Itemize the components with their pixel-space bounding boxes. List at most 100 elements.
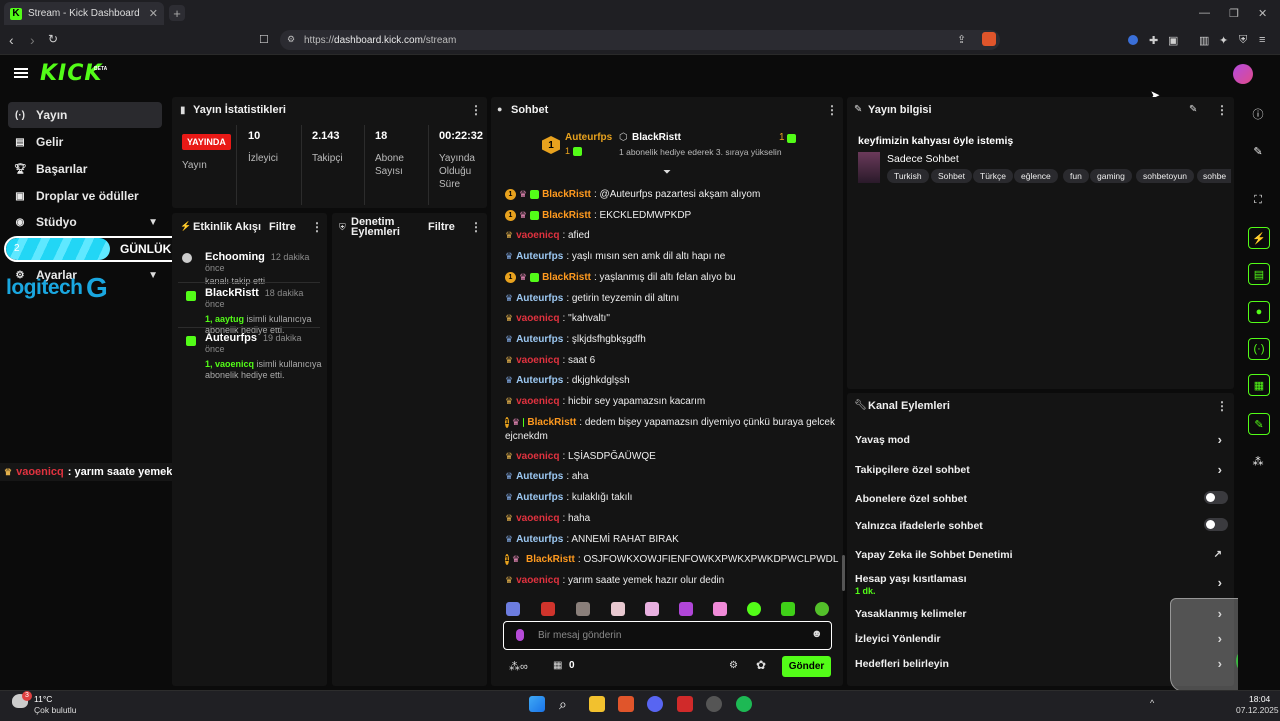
- menu-icon[interactable]: ≡: [1259, 34, 1265, 46]
- back-icon[interactable]: ‹: [9, 32, 14, 48]
- extension-icon[interactable]: [1128, 35, 1138, 45]
- weather-temp[interactable]: 11°C: [34, 694, 52, 704]
- hamburger-menu-icon[interactable]: [14, 68, 28, 78]
- chat-scrollbar[interactable]: [842, 555, 845, 591]
- bookmark-icon[interactable]: ☐: [259, 33, 269, 46]
- chat-username[interactable]: BlackRistt: [542, 189, 591, 200]
- account-age-row[interactable]: Hesap yaşı kısıtlaması › 1 dk.: [855, 573, 1230, 596]
- emote-icon[interactable]: [781, 602, 795, 616]
- info-more-icon[interactable]: ⋮: [1216, 103, 1228, 117]
- reload-icon[interactable]: ↻: [48, 32, 58, 46]
- new-tab-button[interactable]: +: [169, 5, 185, 21]
- sidebar-item-studyo[interactable]: ◉ Stüdyo ▼: [8, 209, 162, 235]
- emotes-only-toggle[interactable]: [1204, 518, 1228, 531]
- chat-message-input[interactable]: Bir mesaj gönderin ☻: [503, 621, 832, 650]
- channel-actions-more-icon[interactable]: ⋮: [1216, 399, 1228, 413]
- bolt-icon[interactable]: ⚡: [1248, 227, 1270, 249]
- sidebar-item-yayin[interactable]: (·) Yayın: [8, 102, 162, 128]
- user-avatar[interactable]: [1233, 64, 1253, 84]
- emote-icon[interactable]: [576, 602, 590, 616]
- chat-more-icon[interactable]: ⋮: [826, 103, 838, 117]
- chat-username[interactable]: BlackRistt: [526, 554, 575, 565]
- wrench-icon[interactable]: ✎: [1248, 413, 1270, 435]
- emote-icon[interactable]: [747, 602, 761, 616]
- close-tab-icon[interactable]: ✕: [149, 7, 158, 20]
- clock-date[interactable]: 07.12.2025: [1236, 705, 1279, 715]
- chat-settings-icon[interactable]: ⚙: [729, 660, 738, 671]
- info-icon[interactable]: ⓘ: [1250, 106, 1266, 122]
- weather-desc[interactable]: Çok bulutlu: [34, 705, 77, 715]
- broadcast-icon[interactable]: (·): [1248, 338, 1270, 360]
- emote-icon[interactable]: [645, 602, 659, 616]
- search-icon[interactable]: ⌕: [559, 696, 575, 712]
- windows-start-icon[interactable]: [529, 696, 545, 712]
- emote-icon[interactable]: [713, 602, 727, 616]
- brave-browser-icon[interactable]: [618, 696, 634, 712]
- chat-username[interactable]: BlackRistt: [542, 272, 591, 283]
- file-explorer-icon[interactable]: [589, 696, 605, 712]
- discord-icon[interactable]: [647, 696, 663, 712]
- kick-logo[interactable]: KICK: [40, 61, 102, 86]
- microphone-icon[interactable]: [516, 629, 524, 641]
- maximize-icon[interactable]: ❐: [1229, 7, 1239, 20]
- emote-icon[interactable]: [611, 602, 625, 616]
- share-icon[interactable]: ⇪: [957, 33, 966, 46]
- emote-icon[interactable]: [541, 602, 555, 616]
- moderation-more-icon[interactable]: ⋮: [470, 220, 482, 234]
- chat-username[interactable]: Auteurfps: [516, 293, 563, 304]
- edit-icon[interactable]: ✎: [1250, 143, 1266, 159]
- chat-username[interactable]: vaoenicq: [516, 355, 559, 366]
- chat-username[interactable]: Auteurfps: [516, 334, 563, 345]
- clock-time[interactable]: 18:04: [1249, 694, 1270, 704]
- chat-username[interactable]: Auteurfps: [516, 534, 563, 545]
- screenshot-icon[interactable]: ▣: [1168, 34, 1178, 47]
- activity-filter-button[interactable]: Filtre: [269, 221, 296, 233]
- chat-username[interactable]: vaoenicq: [516, 513, 559, 524]
- emoji-icon[interactable]: ☻: [811, 628, 823, 640]
- address-bar[interactable]: https://dashboard.kick.com/stream: [280, 30, 1000, 50]
- brave-shields-icon[interactable]: [982, 32, 996, 46]
- subscribers-only-toggle[interactable]: [1204, 491, 1228, 504]
- obs-icon[interactable]: [706, 696, 722, 712]
- minimize-icon[interactable]: —: [1199, 7, 1210, 19]
- chat-username[interactable]: Auteurfps: [516, 251, 563, 262]
- fullscreen-icon[interactable]: ⛶: [1250, 192, 1266, 208]
- chat-username[interactable]: vaoenicq: [516, 396, 559, 407]
- site-info-icon[interactable]: ⚙: [287, 34, 295, 45]
- chat-username[interactable]: Auteurfps: [516, 492, 563, 503]
- more-tools-icon[interactable]: ⁂: [1250, 453, 1266, 469]
- chat-username[interactable]: Auteurfps: [516, 471, 563, 482]
- expand-chevron-icon[interactable]: ⏷: [663, 167, 671, 178]
- chat-username[interactable]: vaoenicq: [516, 575, 559, 586]
- activity-more-icon[interactable]: ⋮: [311, 220, 323, 234]
- forward-icon[interactable]: ›: [30, 32, 35, 48]
- close-window-icon[interactable]: ✕: [1258, 7, 1267, 20]
- tray-chevron-icon[interactable]: ^: [1150, 698, 1154, 708]
- chat-username[interactable]: vaoenicq: [516, 230, 559, 241]
- bot-icon[interactable]: ✿: [756, 658, 766, 672]
- leo-ai-icon[interactable]: ✦: [1219, 34, 1228, 47]
- sidebar-item-basarilar[interactable]: 🏆︎ Başarılar: [8, 156, 162, 182]
- emote-icon[interactable]: [506, 602, 520, 616]
- infinity-points-icon[interactable]: ⁂∞: [509, 660, 528, 673]
- emote-icon[interactable]: [679, 602, 693, 616]
- stats-icon[interactable]: ▤: [1248, 263, 1270, 285]
- chat-icon[interactable]: ●: [1248, 301, 1270, 323]
- chat-username[interactable]: vaoenicq: [516, 313, 559, 324]
- spotify-icon[interactable]: [736, 696, 752, 712]
- sidebar-item-droplar[interactable]: ▣ Droplar ve ödüller: [8, 183, 162, 209]
- followers-only-row[interactable]: Takipçilere özel sohbet ›: [855, 462, 1230, 477]
- ai-moderation-row[interactable]: Yapay Zeka ile Sohbet Denetimi ↗: [855, 549, 1230, 561]
- chat-username[interactable]: vaoenicq: [516, 451, 559, 462]
- send-button[interactable]: Gönder: [782, 656, 831, 677]
- chat-username[interactable]: BlackRistt: [542, 210, 591, 221]
- edit-pencil-icon[interactable]: ✎: [1189, 104, 1197, 115]
- moderation-filter-button[interactable]: Filtre: [428, 221, 455, 233]
- slow-mode-row[interactable]: Yavaş mod ›: [855, 432, 1230, 447]
- layout-icon[interactable]: ▦: [1248, 374, 1270, 396]
- chat-username[interactable]: BlackRistt: [527, 417, 576, 428]
- vpn-icon[interactable]: ⛨: [1239, 34, 1247, 47]
- sidebar-toggle-icon[interactable]: ▥: [1199, 34, 1209, 47]
- app-icon[interactable]: [677, 696, 693, 712]
- stats-more-icon[interactable]: ⋮: [470, 103, 482, 117]
